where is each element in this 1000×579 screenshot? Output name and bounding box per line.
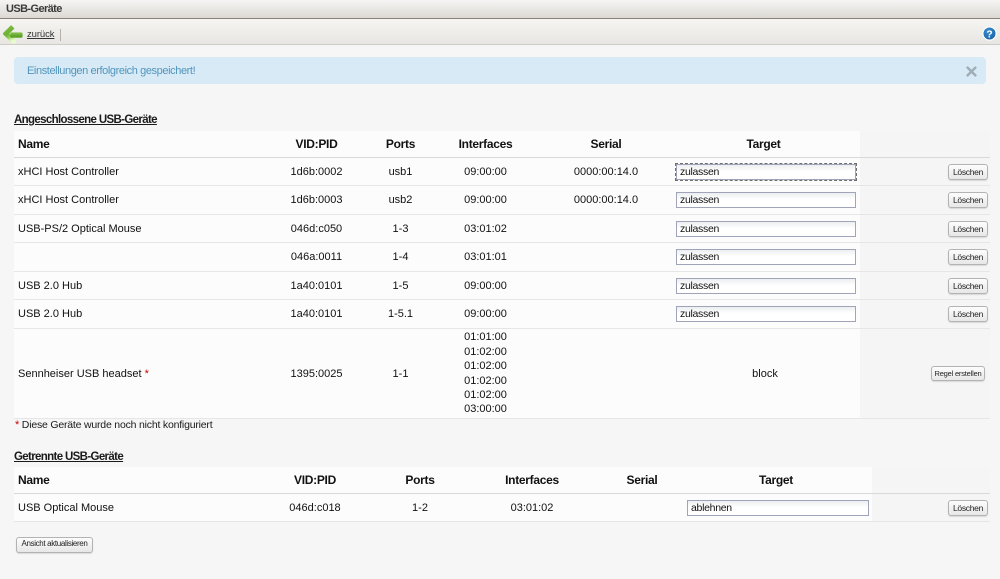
svg-text:?: ?: [986, 29, 992, 40]
